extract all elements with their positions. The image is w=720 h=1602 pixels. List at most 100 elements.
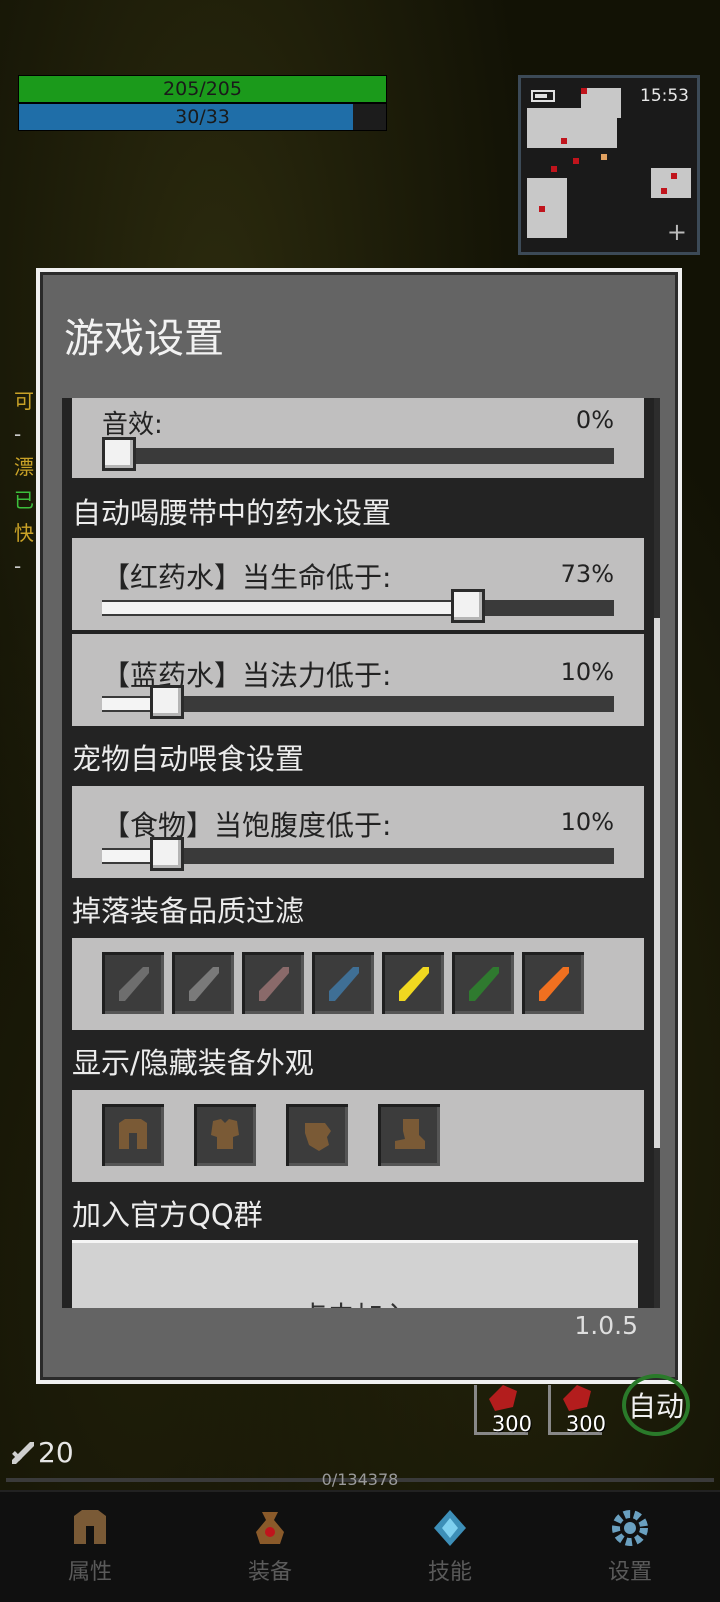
settings-scroll-area[interactable]: 音效: 0% 自动喝腰带中的药水设置 【红药水】当生命低于: 73% 【蓝药水】… (62, 398, 654, 1308)
food-value: 10% (560, 808, 614, 836)
gear-icon (612, 1510, 648, 1546)
brown-sword-icon (259, 967, 289, 1001)
nav-label: 装备 (247, 1560, 292, 1585)
mp-text: 30/33 (175, 106, 230, 128)
quality-green-button[interactable] (452, 952, 514, 1014)
enemy-marker (671, 173, 677, 179)
log-char: - (14, 554, 22, 578)
pet-section-header: 宠物自动喂食设置 (72, 742, 305, 776)
join-qq-label: 点击加入 (299, 1295, 411, 1308)
blue-potion-slider-fill (102, 698, 154, 710)
side-log: 可 - 漂 已 快 - (14, 385, 38, 583)
enemy-marker (661, 188, 667, 194)
blue-potion-label: 【蓝药水】当法力低于: (102, 659, 392, 692)
nav-label: 设置 (607, 1560, 652, 1585)
quick-slot-count: 300 (565, 1412, 606, 1436)
quality-filter-card (72, 938, 644, 1030)
join-qq-button[interactable]: 点击加入 (72, 1240, 638, 1308)
quality-gray-button[interactable] (102, 952, 164, 1014)
appearance-card (72, 1090, 644, 1182)
version-text: 1.0.5 (574, 1311, 638, 1340)
player-marker (601, 154, 607, 160)
log-char: 漂 (14, 455, 34, 479)
toggle-armor-button[interactable] (194, 1104, 256, 1166)
log-char: 快 (14, 521, 34, 545)
nav-label: 属性 (67, 1560, 112, 1585)
sound-slider[interactable] (102, 437, 614, 471)
enemy-marker (551, 166, 557, 172)
blue-sword-icon (329, 967, 359, 1001)
quick-slot-1[interactable]: 300 (474, 1385, 532, 1436)
food-slider-knob[interactable] (149, 837, 184, 871)
red-potion-label: 【红药水】当生命低于: (102, 561, 392, 594)
nav-attributes[interactable]: 属性 (0, 1492, 180, 1602)
map-terrain (581, 88, 621, 118)
gray-sword-icon (189, 967, 219, 1001)
blue-potion-value: 10% (560, 658, 614, 686)
settings-scrollbar[interactable] (654, 398, 660, 1308)
quality-white-button[interactable] (172, 952, 234, 1014)
dialog-title: 游戏设置 (64, 316, 224, 362)
red-potion-card: 【红药水】当生命低于: 73% (72, 538, 644, 630)
quality-blue-button[interactable] (312, 952, 374, 1014)
food-slider[interactable] (102, 837, 614, 871)
hp-text: 205/205 (163, 78, 242, 100)
sound-value: 0% (575, 406, 614, 434)
food-label: 【食物】当饱腹度低于: (102, 809, 392, 842)
orange-sword-icon (539, 967, 569, 1001)
helmet-icon (119, 1119, 147, 1149)
quality-yellow-button[interactable] (382, 952, 444, 1014)
green-sword-icon (469, 967, 499, 1001)
enemy-marker (581, 88, 587, 94)
glove-icon (305, 1123, 331, 1151)
qq-section-header: 加入官方QQ群 (72, 1198, 263, 1232)
toggle-helmet-button[interactable] (102, 1104, 164, 1166)
mp-bar: 30/33 (18, 103, 387, 131)
appearance-section-header: 显示/隐藏装备外观 (72, 1046, 314, 1080)
armor-icon (211, 1119, 239, 1149)
log-char: 已 (14, 488, 34, 512)
scrollbar-thumb[interactable] (654, 618, 660, 1148)
log-char: - (14, 422, 22, 446)
quick-slot-count: 300 (491, 1412, 532, 1436)
toggle-boots-button[interactable] (378, 1104, 440, 1166)
clock: 15:53 (640, 86, 689, 106)
auto-battle-button[interactable]: 自动 (622, 1374, 690, 1436)
red-potion-slider-knob[interactable] (450, 589, 485, 623)
red-potion-slider-fill (102, 602, 476, 614)
toggle-glove-button[interactable] (286, 1104, 348, 1166)
potion-section-header: 自动喝腰带中的药水设置 (72, 496, 392, 530)
boots-icon (395, 1119, 425, 1149)
enemy-marker (573, 158, 579, 164)
red-potion-value: 73% (560, 560, 614, 588)
blue-potion-slider[interactable] (102, 685, 614, 719)
nav-settings[interactable]: 设置 (540, 1492, 720, 1602)
red-potion-slider[interactable] (102, 589, 614, 623)
map-terrain (527, 178, 567, 238)
filter-section-header: 掉落装备品质过滤 (72, 894, 305, 928)
bag-icon (256, 1512, 284, 1544)
yellow-sword-icon (399, 967, 429, 1001)
quality-brown-button[interactable] (242, 952, 304, 1014)
attack-stat: 20 (8, 1436, 74, 1469)
blue-potion-slider-knob[interactable] (149, 685, 184, 719)
sound-slider-knob[interactable] (102, 437, 136, 471)
log-char: 可 (14, 389, 34, 413)
sound-label: 音效: (102, 410, 163, 440)
enemy-marker (539, 206, 545, 212)
gray-sword-icon (119, 967, 149, 1001)
blue-potion-card: 【蓝药水】当法力低于: 10% (72, 634, 644, 726)
nav-equipment[interactable]: 装备 (180, 1492, 360, 1602)
food-card: 【食物】当饱腹度低于: 10% (72, 786, 644, 878)
attack-value: 20 (38, 1436, 74, 1469)
sword-icon (12, 1441, 34, 1464)
quality-orange-button[interactable] (522, 952, 584, 1014)
helmet-icon (74, 1510, 106, 1544)
enemy-marker (561, 138, 567, 144)
bottom-nav: 属性 装备 技能 设置 (0, 1490, 720, 1602)
nav-skills[interactable]: 技能 (360, 1492, 540, 1602)
minimap[interactable]: 15:53 + (518, 75, 700, 255)
quick-slot-2[interactable]: 300 (548, 1385, 606, 1436)
food-slider-fill (102, 850, 154, 862)
zoom-plus-icon[interactable]: + (667, 220, 687, 244)
